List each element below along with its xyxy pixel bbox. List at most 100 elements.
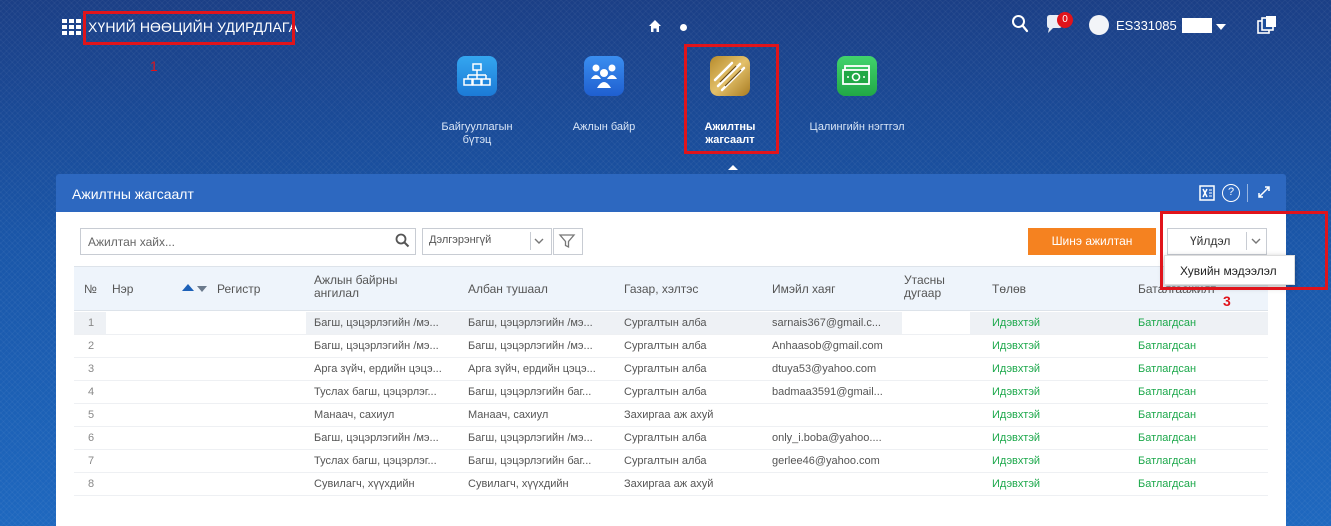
- cell-status: Идэвхтэй: [992, 317, 1041, 329]
- app-label-job-positions[interactable]: Ажлын байр: [554, 121, 654, 134]
- sort-descending-icon[interactable]: [197, 286, 207, 292]
- divider: [1247, 184, 1248, 202]
- cell-no: 7: [88, 455, 95, 467]
- cell-category: Манаач, сахиул: [314, 409, 395, 421]
- search-field[interactable]: [80, 228, 416, 255]
- cell-position: Багш, цэцэрлэгийн баг...: [468, 455, 592, 467]
- cell-no: 8: [88, 478, 95, 490]
- search-icon[interactable]: [1011, 14, 1029, 34]
- expand-icon[interactable]: [1256, 184, 1272, 200]
- name-cell-redacted: [106, 312, 306, 334]
- divider: [530, 232, 531, 250]
- cell-department: Сургалтын алба: [624, 340, 707, 352]
- highlight-box-2: [684, 44, 779, 154]
- cell-status: Идэвхтэй: [992, 478, 1041, 490]
- cell-status: Идэвхтэй: [992, 386, 1041, 398]
- panel-title: Ажилтны жагсаалт: [72, 186, 194, 202]
- cell-email: sarnais367@gmail.c...: [772, 317, 881, 329]
- cell-position: Багш, цэцэрлэгийн /мэ...: [468, 340, 593, 352]
- cell-department: Захиргаа аж ахуй: [624, 478, 714, 490]
- cell-no: 3: [88, 363, 95, 375]
- cell-status: Идэвхтэй: [992, 340, 1041, 352]
- new-employee-button[interactable]: Шинэ ажилтан: [1028, 228, 1156, 255]
- cell-department: Сургалтын алба: [624, 363, 707, 375]
- column-header-phone[interactable]: Утасны дугаар: [904, 274, 960, 300]
- cell-category: Багш, цэцэрлэгийн /мэ...: [314, 317, 439, 329]
- cell-category: Сувилагч, хүүхдийн: [314, 478, 415, 490]
- cell-category: Арга зүйч, ердийн цэцэ...: [314, 363, 442, 375]
- column-header-register[interactable]: Регистр: [217, 283, 260, 296]
- user-id[interactable]: ES331085: [1116, 18, 1177, 33]
- cell-status: Идэвхтэй: [992, 363, 1041, 375]
- cell-approval: Батлагдсан: [1138, 386, 1197, 398]
- cell-no: 2: [88, 340, 95, 352]
- column-header-position[interactable]: Албан тушаал: [468, 283, 548, 296]
- cell-approval: Батлагдсан: [1138, 432, 1197, 444]
- cell-position: Арга зүйч, ердийн цэцэ...: [468, 363, 596, 375]
- cell-email: dtuya53@yahoo.com: [772, 363, 877, 375]
- notification-badge: 0: [1057, 12, 1073, 28]
- chevron-down-icon[interactable]: [1216, 24, 1226, 30]
- cell-status: Идэвхтэй: [992, 409, 1041, 421]
- cell-email: badmaa3591@gmail...: [772, 386, 883, 398]
- cell-email: gerlee46@yahoo.com: [772, 455, 880, 467]
- help-icon[interactable]: ?: [1222, 184, 1240, 202]
- app-org-structure[interactable]: [457, 56, 497, 96]
- cell-position: Сувилагч, хүүхдийн: [468, 478, 569, 490]
- annotation-number-3: 3: [1223, 293, 1231, 309]
- cell-approval: Батлагдсан: [1138, 340, 1197, 352]
- cell-approval: Батлагдсан: [1138, 478, 1197, 490]
- money-icon: [842, 65, 870, 85]
- cell-position: Манаач, сахиул: [468, 409, 549, 421]
- cell-approval: Батлагдсан: [1138, 409, 1197, 421]
- app-label-org-structure[interactable]: Байгууллагын бүтэц: [427, 121, 527, 147]
- cell-no: 1: [88, 317, 95, 329]
- sort-ascending-icon[interactable]: [182, 284, 194, 291]
- column-header-no[interactable]: №: [84, 283, 97, 296]
- avatar[interactable]: [1089, 15, 1109, 35]
- cell-position: Багш, цэцэрлэгийн /мэ...: [468, 317, 593, 329]
- people-icon: [591, 64, 617, 88]
- panel-header: [56, 174, 1286, 212]
- app-job-positions[interactable]: [584, 56, 624, 96]
- phone-cell-redacted: [902, 312, 970, 334]
- column-header-category[interactable]: Ажлын байрны ангилал: [314, 274, 434, 300]
- cell-category: Багш, цэцэрлэгийн /мэ...: [314, 432, 439, 444]
- cell-position: Багш, цэцэрлэгийн /мэ...: [468, 432, 593, 444]
- cell-department: Захиргаа аж ахуй: [624, 409, 714, 421]
- page-dot-icon[interactable]: [680, 24, 687, 31]
- cell-status: Идэвхтэй: [992, 455, 1041, 467]
- cell-approval: Батлагдсан: [1138, 455, 1197, 467]
- column-header-email[interactable]: Имэйл хаяг: [772, 283, 835, 296]
- app-grid-icon[interactable]: [62, 19, 82, 35]
- home-icon[interactable]: [648, 18, 662, 34]
- advanced-search-label[interactable]: Дэлгэрэнгүй: [429, 234, 491, 246]
- cell-email: Anhaasob@gmail.com: [772, 340, 883, 352]
- search-input[interactable]: [81, 229, 381, 254]
- cell-approval: Батлагдсан: [1138, 317, 1197, 329]
- cell-approval: Батлагдсан: [1138, 363, 1197, 375]
- cell-category: Туслах багш, цэцэрлэг...: [314, 386, 437, 398]
- excel-export-icon[interactable]: [1199, 185, 1215, 201]
- highlight-box-1: [83, 11, 295, 45]
- cell-category: Багш, цэцэрлэгийн /мэ...: [314, 340, 439, 352]
- cell-email: only_i.boba@yahoo....: [772, 432, 882, 444]
- cards-icon[interactable]: [1256, 15, 1278, 35]
- app-label-salary-summary[interactable]: Цалингийн нэгтгэл: [807, 121, 907, 134]
- column-header-name[interactable]: Нэр: [112, 283, 133, 296]
- org-chart-icon: [463, 63, 491, 86]
- annotation-number-1: 1: [150, 58, 158, 74]
- cell-no: 5: [88, 409, 95, 421]
- active-app-pointer: [728, 165, 738, 170]
- cell-status: Идэвхтэй: [992, 432, 1041, 444]
- filter-icon[interactable]: [558, 232, 576, 250]
- cell-department: Сургалтын алба: [624, 432, 707, 444]
- cell-position: Багш, цэцэрлэгийн баг...: [468, 386, 592, 398]
- column-header-status[interactable]: Төлөв: [992, 283, 1026, 296]
- chevron-down-icon[interactable]: [534, 237, 544, 245]
- search-button-icon[interactable]: [394, 232, 412, 250]
- cell-department: Сургалтын алба: [624, 386, 707, 398]
- highlight-box-3: [1160, 211, 1328, 290]
- column-header-department[interactable]: Газар, хэлтэс: [624, 283, 698, 296]
- app-salary-summary[interactable]: [837, 56, 877, 96]
